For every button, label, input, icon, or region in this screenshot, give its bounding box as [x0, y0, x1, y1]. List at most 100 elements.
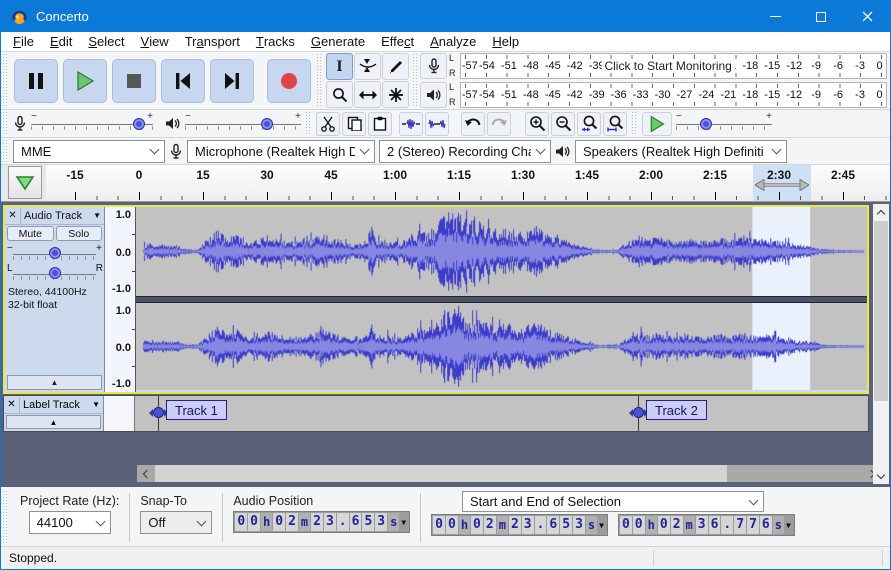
copy-button[interactable] — [342, 111, 366, 136]
selection-end-field[interactable]: 0 0 h 0 2 m 3 6. 7 7 6 s ▼ — [617, 514, 795, 536]
selection-tool-button[interactable]: I — [326, 53, 353, 80]
timeshift-tool-button[interactable] — [354, 81, 381, 108]
zoom-out-button[interactable] — [551, 111, 575, 136]
waveform-channel-left[interactable] — [136, 207, 867, 296]
menu-analyze[interactable]: Analyze — [422, 32, 484, 51]
audio-track-menu[interactable]: Audio Track ▼ — [21, 210, 104, 222]
menu-tracks[interactable]: Tracks — [248, 32, 303, 51]
label-text[interactable]: Track 2 — [646, 400, 707, 420]
mixer-toolbar-grip[interactable] — [2, 112, 9, 135]
label-text[interactable]: Track 1 — [166, 400, 227, 420]
play-button[interactable] — [63, 58, 107, 103]
recording-volume-slider[interactable]: − + — [31, 111, 153, 133]
project-rate-select[interactable]: 44100 — [28, 511, 111, 534]
playback-meter[interactable]: LR -57 -54 -51 -48 -45 -42 -39 -36 -33 -30 -27 -24-… — [420, 81, 887, 109]
label-track-menu[interactable]: Label Track ▼ — [20, 399, 103, 411]
waveform-display[interactable] — [136, 207, 867, 392]
audio-host-select[interactable]: MME — [13, 139, 165, 163]
label-track-area[interactable]: Track 1 Track 2 — [135, 396, 868, 431]
meter-toolbar-grip[interactable] — [412, 54, 419, 107]
vertical-ruler[interactable]: 1.0 0.0 -1.0 1.0 0.0 -1.0 — [105, 207, 136, 392]
menu-generate[interactable]: Generate — [303, 32, 373, 51]
menu-help[interactable]: Help — [484, 32, 527, 51]
solo-button[interactable]: Solo — [55, 226, 102, 241]
snap-to-select[interactable]: Off — [140, 511, 213, 534]
skip-to-end-button[interactable] — [210, 58, 254, 103]
scroll-left-arrow[interactable] — [137, 465, 154, 482]
selection-start-field[interactable]: 0 0 h 0 2 m 2 3. 6 5 3 s ▼ — [431, 514, 608, 536]
recording-volume-slider-thumb[interactable] — [133, 117, 145, 130]
transport-toolbar-grip[interactable] — [2, 54, 9, 107]
label-track-close-icon[interactable]: ✕ — [4, 396, 20, 413]
menu-select[interactable]: Select — [80, 32, 132, 51]
paste-button[interactable] — [368, 111, 392, 136]
playback-speed-slider-thumb[interactable] — [700, 117, 712, 130]
play-at-speed-icon — [650, 115, 665, 132]
selection-mode-select[interactable]: Start and End of Selection — [461, 491, 764, 512]
audio-position-field[interactable]: 0 0 h 0 2 m 2 3. 6 5 3 s ▼ — [233, 511, 411, 533]
pinned-playhead-button[interactable] — [8, 166, 42, 199]
vertical-scrollbar[interactable] — [873, 204, 889, 484]
skip-to-start-button[interactable] — [161, 58, 205, 103]
menu-file[interactable]: File — [5, 32, 42, 51]
audio-track[interactable]: ✕ Audio Track ▼ Mute Solo − + L R Stereo… — [3, 205, 869, 394]
menu-edit[interactable]: Edit — [42, 32, 80, 51]
scroll-up-arrow[interactable] — [873, 204, 889, 220]
menu-effect[interactable]: Effe c t — [373, 32, 422, 51]
tools-toolbar-grip[interactable] — [316, 54, 323, 107]
cut-button[interactable] — [316, 111, 340, 136]
zoom-selection-button[interactable] — [577, 111, 601, 136]
record-meter-mic-icon[interactable] — [420, 53, 447, 80]
device-toolbar-grip[interactable] — [2, 140, 9, 162]
silence-audio-button[interactable] — [425, 111, 449, 136]
menu-transport[interactable]: Tr a nsport — [177, 32, 248, 51]
zoom-in-button[interactable] — [525, 111, 549, 136]
play-at-speed-button[interactable] — [642, 111, 672, 136]
trim-audio-button[interactable] — [399, 111, 423, 136]
label-track[interactable]: ✕ Label Track ▼ ▲ Track 1 Track 2 — [3, 395, 869, 432]
recording-meter[interactable]: LR -57-54-51-48-45-42-39-36-33-30-27-24-… — [420, 53, 887, 80]
vertical-scrollbar-thumb[interactable] — [874, 221, 888, 401]
playback-volume-slider[interactable]: − + — [185, 111, 301, 133]
playback-volume-slider-thumb[interactable] — [261, 117, 273, 130]
recording-channels-select[interactable]: 2 (Stereo) Recording Channels — [379, 139, 551, 163]
redo-button[interactable] — [487, 111, 511, 136]
playback-device-select[interactable]: Speakers (Realtek High Definiti — [575, 139, 787, 163]
recording-device-select[interactable]: Microphone (Realtek High Defini — [187, 139, 375, 163]
pan-slider[interactable]: L R — [7, 263, 103, 282]
record-button[interactable] — [267, 58, 311, 103]
waveform-channel-right[interactable] — [136, 302, 867, 390]
playback-meter-scale[interactable]: -57 -54 -51 -48 -45 -42 -39 -36 -33 -30 -27 -24 -21-… — [460, 81, 887, 108]
audio-track-close-icon[interactable]: ✕ — [5, 207, 21, 224]
draw-tool-button[interactable] — [382, 53, 409, 80]
label-track-collapse-button[interactable]: ▲ — [6, 415, 101, 429]
audio-track-collapse-button[interactable]: ▲ — [7, 375, 102, 390]
playback-meter-speaker-icon[interactable] — [420, 81, 447, 108]
mute-button[interactable]: Mute — [7, 226, 54, 241]
menu-view[interactable]: View — [133, 32, 177, 51]
zoom-tool-button[interactable] — [326, 81, 353, 108]
multi-tool-button[interactable] — [382, 81, 409, 108]
record-meter-scale[interactable]: -57-54-51-48-45-42-39-36-33-30-27-24-21-… — [460, 53, 887, 80]
gain-slider[interactable]: − + — [7, 243, 102, 262]
edit-toolbar-grip[interactable] — [305, 112, 312, 135]
playback-speed-slider[interactable]: − + — [676, 111, 772, 133]
horizontal-scrollbar[interactable] — [137, 465, 881, 482]
maximize-button[interactable] — [798, 1, 844, 32]
monitoring-hint[interactable]: Click to Start Monitoring — [601, 59, 735, 74]
envelope-tool-button[interactable] — [354, 53, 381, 80]
zoom-fit-button[interactable] — [603, 111, 627, 136]
chevron-down-icon — [196, 516, 207, 526]
close-button[interactable] — [844, 1, 890, 32]
pause-button[interactable] — [14, 58, 58, 103]
pan-slider-thumb[interactable] — [49, 267, 61, 279]
play-at-speed-grip[interactable] — [631, 112, 638, 135]
timeline-ruler[interactable]: -15 0 15 30 45 1:00 1:15 1:30 1:45 2:00 2:15 2:30 2:… — [46, 165, 890, 201]
scroll-down-arrow[interactable] — [873, 468, 889, 484]
gain-slider-thumb[interactable] — [49, 247, 61, 259]
undo-button[interactable] — [461, 111, 485, 136]
minimize-button[interactable] — [752, 1, 798, 32]
selection-toolbar-grip[interactable] — [2, 491, 9, 544]
stop-button[interactable] — [112, 58, 156, 103]
horizontal-scrollbar-thumb[interactable] — [155, 465, 727, 482]
